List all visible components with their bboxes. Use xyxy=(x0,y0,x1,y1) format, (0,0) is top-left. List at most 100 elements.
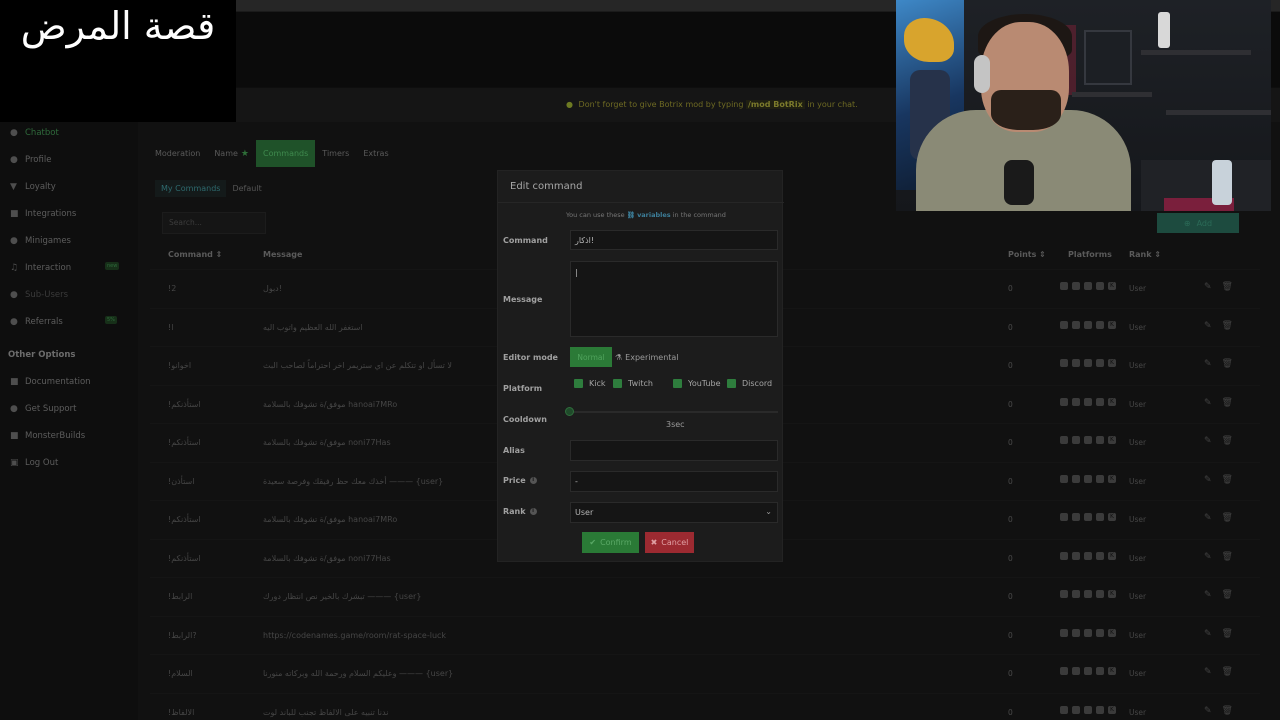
kick-icon xyxy=(1060,628,1068,637)
platform-label: Platform xyxy=(503,384,543,393)
trash-icon[interactable]: 🗑 xyxy=(1222,706,1233,716)
chevron-down-icon: ⌄ xyxy=(765,507,772,516)
sidebar-item-interaction[interactable]: ♫ Interaction xyxy=(10,263,71,273)
edit-icon[interactable]: ✎ xyxy=(1204,667,1212,677)
row-actions: ✎ 🗑 xyxy=(1204,706,1233,716)
checkbox-icon xyxy=(727,379,736,388)
chalkboard xyxy=(1084,30,1132,85)
edit-icon[interactable]: ✎ xyxy=(1204,282,1212,292)
trash-icon[interactable]: 🗑 xyxy=(1222,552,1233,562)
edit-icon[interactable]: ✎ xyxy=(1204,513,1212,523)
row-rank: User xyxy=(1129,399,1147,409)
edit-icon[interactable]: ✎ xyxy=(1204,552,1212,562)
youtube-icon xyxy=(1084,628,1092,637)
subtab-default[interactable]: Default xyxy=(226,180,267,197)
trash-icon[interactable]: 🗑 xyxy=(1222,590,1233,600)
logout-icon: ▣ xyxy=(10,457,19,468)
column-command[interactable]: Command ⇕ xyxy=(168,250,222,259)
twitch-icon xyxy=(1072,667,1080,675)
info-icon: i xyxy=(529,477,537,484)
edit-icon[interactable]: ✎ xyxy=(1204,706,1212,716)
checkbox-icon xyxy=(673,379,682,388)
sidebar-item-documentation[interactable]: ■ Documentation xyxy=(10,377,91,387)
message-textarea[interactable]: | xyxy=(570,261,778,337)
sidebar-item-minigames[interactable]: ● Minigames xyxy=(10,236,71,246)
row-points: 0 xyxy=(1008,476,1013,486)
row-points: 0 xyxy=(1008,515,1013,524)
trash-icon[interactable]: 🗑 xyxy=(1222,629,1233,639)
sidebar-item-loyalty[interactable]: ▼ Loyalty xyxy=(10,182,56,192)
edit-icon[interactable]: ✎ xyxy=(1204,398,1212,408)
edit-icon[interactable]: ✎ xyxy=(1204,436,1212,446)
alias-input[interactable] xyxy=(570,440,778,461)
edit-icon[interactable]: ✎ xyxy=(1204,629,1212,639)
twitch-icon xyxy=(1072,359,1080,367)
search-input[interactable]: Search... xyxy=(162,212,266,234)
tab-name[interactable]: Name ★ xyxy=(207,140,256,167)
cooldown-slider-handle[interactable] xyxy=(565,407,574,416)
trash-icon[interactable]: 🗑 xyxy=(1222,513,1233,523)
sidebar-item-referrals[interactable]: ● Referrals xyxy=(10,317,63,327)
subtab-bar: My Commands Default xyxy=(155,180,268,197)
edit-icon[interactable]: ✎ xyxy=(1204,359,1212,369)
kick-k-icon: K xyxy=(1108,667,1116,675)
kick-icon xyxy=(1060,397,1068,406)
users-icon: ● xyxy=(10,289,18,300)
platform-kick-checkbox[interactable]: Kick xyxy=(574,379,606,388)
tab-moderation[interactable]: Moderation xyxy=(148,140,207,167)
column-rank[interactable]: Rank ⇕ xyxy=(1129,250,1161,259)
discord-icon xyxy=(1096,551,1104,560)
editor-normal-button[interactable]: Normal xyxy=(570,347,612,367)
cancel-button[interactable]: ✖ Cancel xyxy=(645,532,694,553)
platform-discord-checkbox[interactable]: Discord xyxy=(727,379,772,388)
edit-command-modal: Edit command You can use these ⛓ variabl… xyxy=(497,170,784,562)
trash-icon[interactable]: 🗑 xyxy=(1222,475,1233,485)
trash-icon[interactable]: 🗑 xyxy=(1222,282,1233,292)
row-message: موفق/ة تشوفك بالسلامة hanoai7MRo xyxy=(263,399,398,409)
trash-icon[interactable]: 🗑 xyxy=(1222,667,1233,677)
row-message: استغفر الله العظيم واتوب اليه xyxy=(263,322,363,332)
tab-timers[interactable]: Timers xyxy=(315,140,356,167)
edit-icon[interactable]: ✎ xyxy=(1204,475,1212,485)
discord-icon xyxy=(1096,667,1104,675)
row-rank: User xyxy=(1129,515,1147,524)
add-command-button[interactable]: ⊕ Add xyxy=(1157,213,1239,233)
sidebar-item-sub-users[interactable]: ● Sub-Users xyxy=(10,290,68,300)
gamepad-icon: ● xyxy=(10,235,18,246)
trash-icon[interactable]: 🗑 xyxy=(1222,359,1233,369)
platform-twitch-checkbox[interactable]: Twitch xyxy=(613,379,653,388)
price-input[interactable]: - xyxy=(570,471,778,492)
platform-youtube-checkbox[interactable]: YouTube xyxy=(673,379,721,388)
subtab-my-commands[interactable]: My Commands xyxy=(155,180,227,197)
trash-icon[interactable]: 🗑 xyxy=(1222,436,1233,446)
variables-link[interactable]: variables xyxy=(637,211,671,219)
tab-commands[interactable]: Commands xyxy=(256,140,316,167)
command-input[interactable]: !اذكار xyxy=(570,230,778,250)
cooldown-slider-track[interactable] xyxy=(570,411,778,413)
trash-icon[interactable]: 🗑 xyxy=(1222,321,1233,331)
table-row: !السلام وعليكم السلام ورحمة الله وبركاته … xyxy=(150,654,1260,692)
confirm-button[interactable]: ✔ Confirm xyxy=(582,532,639,553)
edit-icon[interactable]: ✎ xyxy=(1204,321,1212,331)
support-icon: ● xyxy=(10,403,18,414)
sidebar-item-monsterbuilds[interactable]: ■ MonsterBuilds xyxy=(10,431,85,441)
sidebar-item-chatbot[interactable]: ● Chatbot xyxy=(10,128,59,138)
editor-experimental-button[interactable]: ⚗ Experimental xyxy=(615,347,685,367)
discord-icon xyxy=(1096,474,1104,483)
edit-icon[interactable]: ✎ xyxy=(1204,590,1212,600)
rank-select[interactable]: User ⌄ xyxy=(570,502,778,523)
sidebar-item-integrations[interactable]: ■ Integrations xyxy=(10,209,76,219)
youtube-icon xyxy=(1084,359,1092,367)
sidebar-item-logout[interactable]: ▣ Log Out xyxy=(10,458,58,468)
twitch-icon xyxy=(1072,551,1080,560)
row-platforms: K xyxy=(1060,551,1116,560)
youtube-icon xyxy=(1084,705,1092,714)
column-points[interactable]: Points ⇕ xyxy=(1008,250,1046,259)
tab-bar: Moderation Name ★ Commands Timers Extras xyxy=(148,140,396,167)
tab-extras[interactable]: Extras xyxy=(356,140,395,167)
trash-icon[interactable]: 🗑 xyxy=(1222,398,1233,408)
sidebar-item-support[interactable]: ● Get Support xyxy=(10,404,76,414)
sidebar-item-profile[interactable]: ● Profile xyxy=(10,155,51,165)
kick-k-icon: K xyxy=(1108,320,1116,329)
row-rank: User xyxy=(1129,669,1147,678)
